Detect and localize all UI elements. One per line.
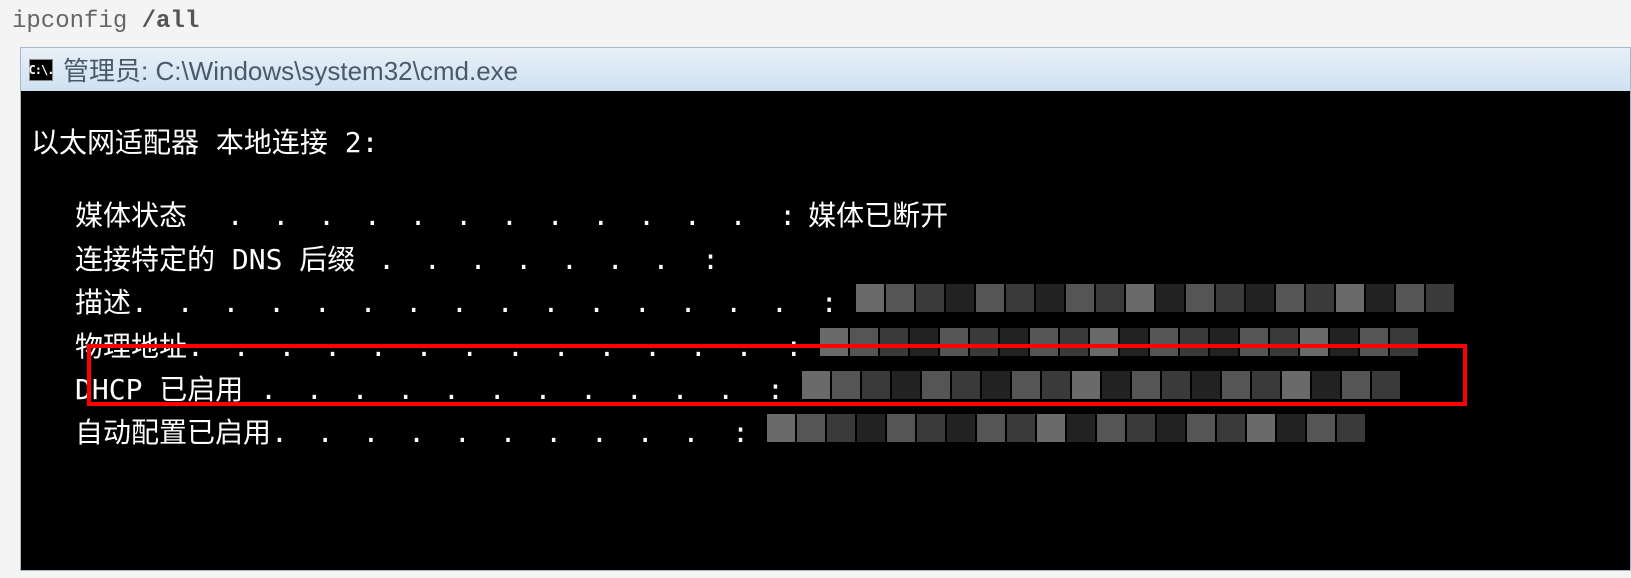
terminal-row-separator: : [767, 368, 784, 411]
terminal-row-value: 媒体已断开 [808, 194, 948, 237]
terminal-row-label: 描述 [75, 281, 131, 324]
terminal-row: 连接特定的 DNS 后缀 . . . . . . . : [75, 238, 1620, 281]
terminal-row-separator: : [785, 325, 802, 368]
terminal-row-dots: . . . . . . . . . . . [260, 368, 763, 411]
terminal-output[interactable]: 以太网适配器 本地连接 2: 媒体状态 . . . . . . . . . . … [20, 91, 1631, 571]
command-text: ipconfig [12, 8, 142, 35]
terminal-row: 自动配置已启用. . . . . . . . . . : [75, 411, 1620, 454]
terminal-row: 媒体状态 . . . . . . . . . . . . : 媒体已断开 [75, 194, 1620, 237]
terminal-row-label: 媒体状态 [75, 194, 204, 237]
terminal-row-dots: . . . . . . . [355, 238, 698, 281]
terminal-row-dots: . . . . . . . . . . . . . [187, 325, 781, 368]
cmd-icon: C:\. [29, 59, 53, 81]
terminal-row-separator: : [702, 238, 719, 281]
redacted-value [820, 328, 1418, 356]
redacted-value [767, 414, 1365, 442]
terminal-row-dots: . . . . . . . . . . . . . . . [131, 281, 817, 324]
terminal-row-label: 连接特定的 DNS 后缀 [75, 238, 355, 281]
terminal-row-label: 自动配置已启用 [75, 411, 271, 454]
command-line: ipconfig /all [0, 0, 1631, 43]
command-flag: /all [142, 8, 200, 35]
terminal-row-dots: . . . . . . . . . . [271, 411, 728, 454]
terminal-row-separator: : [821, 281, 838, 324]
window-title: 管理员: C:\Windows\system32\cmd.exe [63, 51, 518, 88]
terminal-row-separator: : [732, 411, 749, 454]
terminal-row-label: DHCP 已启用 [75, 368, 260, 411]
adapter-header: 以太网适配器 本地连接 2: [31, 121, 1620, 164]
window-titlebar[interactable]: C:\. 管理员: C:\Windows\system32\cmd.exe [20, 47, 1631, 91]
terminal-row-separator: : [779, 194, 796, 237]
redacted-value [856, 284, 1454, 312]
redacted-value [802, 371, 1400, 399]
cmd-window: C:\. 管理员: C:\Windows\system32\cmd.exe 以太… [20, 47, 1631, 571]
terminal-row: 描述. . . . . . . . . . . . . . . : [75, 281, 1620, 324]
terminal-row: DHCP 已启用 . . . . . . . . . . . : [75, 368, 1620, 411]
terminal-row-dots: . . . . . . . . . . . . [204, 194, 775, 237]
terminal-row: 物理地址. . . . . . . . . . . . . : [75, 325, 1620, 368]
terminal-row-label: 物理地址 [75, 325, 187, 368]
